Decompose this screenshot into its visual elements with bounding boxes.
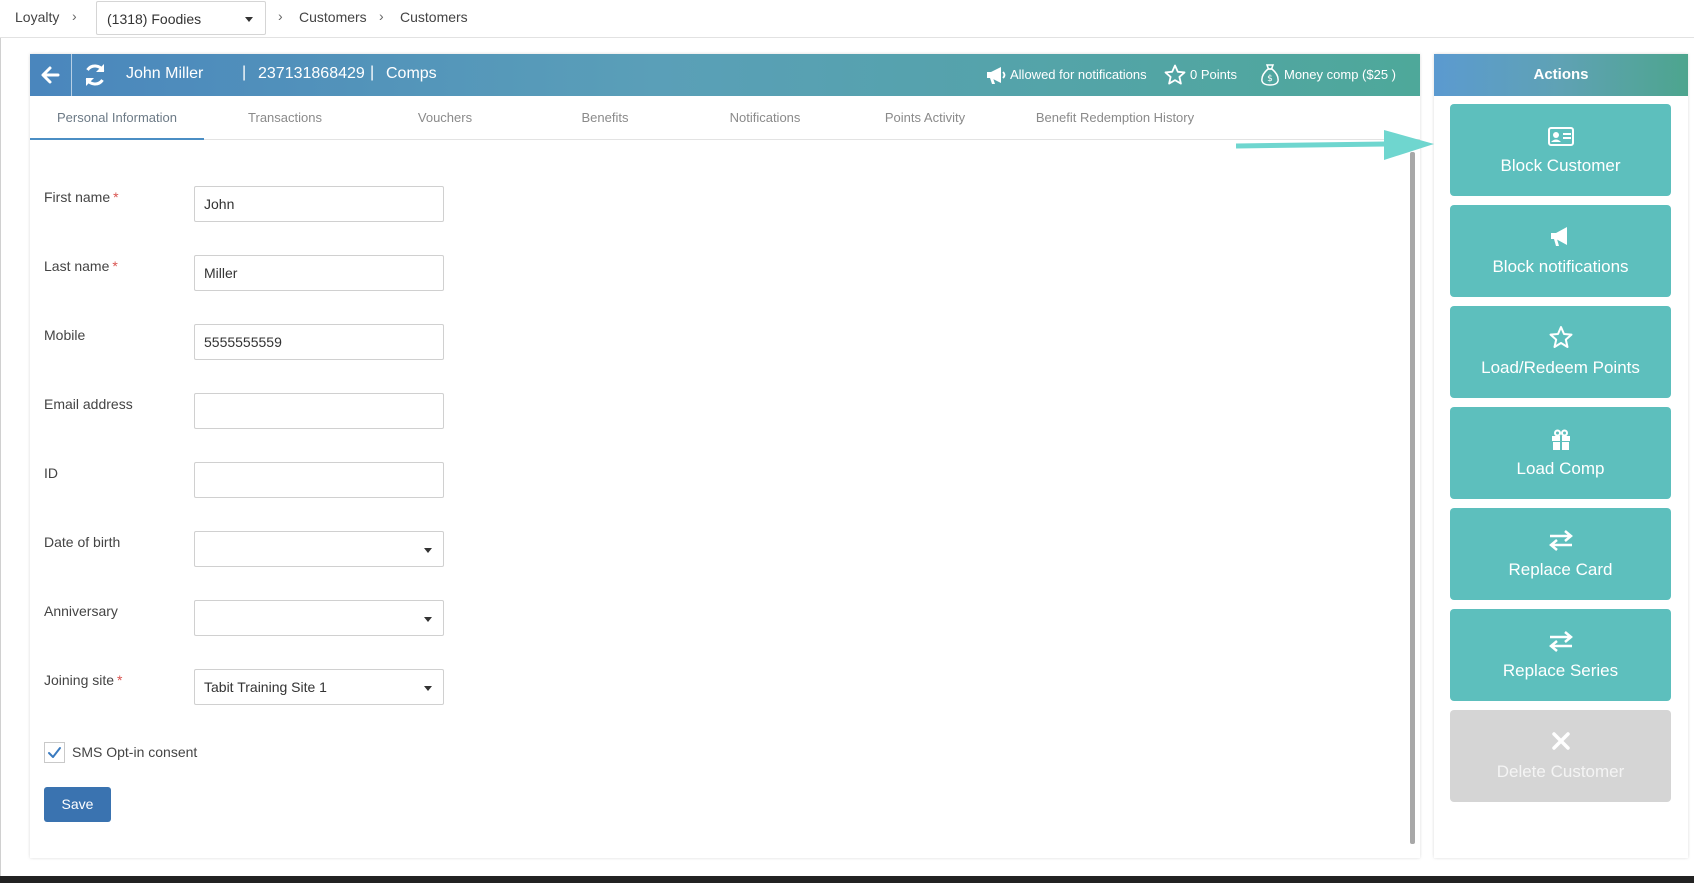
tab-transactions[interactable]: Transactions — [210, 96, 360, 140]
swap-arrows-icon — [1549, 631, 1573, 652]
id-input[interactable] — [194, 462, 444, 498]
replace-series-button[interactable]: Replace Series — [1450, 609, 1671, 701]
id-card-icon — [1548, 127, 1574, 146]
actions-panel: Actions Block Customer Block notificatio… — [1434, 54, 1688, 858]
date-of-birth-select[interactable] — [194, 531, 444, 567]
chevron-down-icon — [424, 686, 432, 691]
customer-card-number: 237131868429 — [258, 65, 365, 82]
delete-customer-label: Delete Customer — [1496, 762, 1625, 781]
tab-personal-information[interactable]: Personal Information — [30, 96, 204, 140]
header-divider: | — [370, 64, 375, 81]
gift-icon — [1552, 429, 1570, 450]
money-comp: Money comp ($25 ) — [1284, 67, 1396, 82]
block-notifications-button[interactable]: Block notifications — [1450, 205, 1671, 297]
customer-panel: John Miller | 237131868429 | Comps Allow… — [30, 54, 1420, 858]
breadcrumb-separator: › — [72, 8, 77, 24]
breadcrumb-customers-current: Customers — [400, 9, 468, 25]
money-bag-icon: $ — [1261, 64, 1279, 86]
tab-vouchers[interactable]: Vouchers — [370, 96, 520, 140]
load-comp-label: Load Comp — [1516, 459, 1605, 478]
tab-points-activity[interactable]: Points Activity — [850, 96, 1000, 140]
site-selector[interactable]: (1318) Foodies — [96, 1, 266, 35]
star-icon — [1549, 326, 1573, 348]
back-button[interactable] — [30, 54, 72, 96]
breadcrumb-separator: › — [278, 8, 283, 24]
email-label: Email address — [44, 396, 133, 412]
breadcrumb-loyalty[interactable]: Loyalty — [15, 9, 59, 25]
svg-text:$: $ — [1267, 74, 1273, 84]
last-name-input[interactable]: Miller — [194, 255, 444, 291]
replace-card-label: Replace Card — [1508, 560, 1613, 579]
customer-tabs: Personal Information Transactions Vouche… — [30, 96, 1420, 140]
header-divider: | — [242, 64, 247, 81]
anniversary-label: Anniversary — [44, 603, 118, 619]
x-icon — [1552, 732, 1570, 750]
chevron-down-icon — [424, 617, 432, 622]
annotation-arrow-icon — [1236, 130, 1434, 160]
form-scrollbar[interactable] — [1410, 152, 1415, 844]
chevron-down-icon — [424, 548, 432, 553]
top-breadcrumb-bar: Loyalty › (1318) Foodies › Customers › C… — [0, 0, 1694, 38]
id-label: ID — [44, 465, 58, 481]
replace-card-button[interactable]: Replace Card — [1450, 508, 1671, 600]
mobile-label: Mobile — [44, 327, 86, 343]
header-section: Comps — [386, 65, 437, 82]
tab-benefit-redemption-history[interactable]: Benefit Redemption History — [1015, 96, 1215, 140]
sms-consent-label: SMS Opt-in consent — [72, 744, 198, 760]
star-icon — [1164, 64, 1186, 85]
points-balance: 0 Points — [1190, 67, 1237, 82]
email-input[interactable] — [194, 393, 444, 429]
delete-customer-button[interactable]: Delete Customer — [1450, 710, 1671, 802]
joining-site-select[interactable]: Tabit Training Site 1 — [194, 669, 444, 705]
block-notifications-label: Block notifications — [1492, 257, 1629, 276]
load-comp-button[interactable]: Load Comp — [1450, 407, 1671, 499]
chevron-down-icon — [245, 17, 253, 22]
customer-header-bar: John Miller | 237131868429 | Comps Allow… — [30, 54, 1420, 96]
megaphone-icon — [1551, 227, 1567, 246]
site-selector-value: (1318) Foodies — [107, 11, 202, 27]
bottom-taskbar-strip — [0, 876, 1694, 883]
notifications-status: Allowed for notifications — [1010, 67, 1147, 82]
last-name-label: Last name * — [44, 258, 118, 274]
refresh-button[interactable] — [74, 54, 116, 96]
arrow-left-icon — [41, 66, 60, 84]
tab-notifications[interactable]: Notifications — [690, 96, 840, 140]
load-redeem-points-label: Load/Redeem Points — [1481, 358, 1640, 377]
megaphone-icon — [987, 67, 1006, 84]
block-customer-label: Block Customer — [1500, 156, 1621, 175]
block-customer-button[interactable]: Block Customer — [1450, 104, 1671, 196]
joining-site-label: Joining site * — [44, 672, 123, 688]
anniversary-select[interactable] — [194, 600, 444, 636]
breadcrumb-separator: › — [379, 8, 384, 24]
sms-consent-checkbox[interactable] — [44, 742, 65, 763]
first-name-label: First name * — [44, 189, 119, 205]
swap-arrows-icon — [1549, 530, 1573, 551]
checkmark-icon — [48, 747, 61, 758]
page-left-border — [0, 38, 1, 878]
load-redeem-points-button[interactable]: Load/Redeem Points — [1450, 306, 1671, 398]
customer-name: John Miller — [126, 65, 204, 82]
refresh-icon — [85, 64, 105, 86]
tab-benefits[interactable]: Benefits — [530, 96, 680, 140]
save-button[interactable]: Save — [44, 787, 111, 822]
date-of-birth-label: Date of birth — [44, 534, 121, 550]
joining-site-value: Tabit Training Site 1 — [204, 679, 327, 695]
mobile-input[interactable]: 5555555559 — [194, 324, 444, 360]
first-name-input[interactable]: John — [194, 186, 444, 222]
breadcrumb-customers[interactable]: Customers — [299, 9, 367, 25]
actions-title: Actions — [1434, 54, 1688, 96]
replace-series-label: Replace Series — [1502, 661, 1619, 680]
